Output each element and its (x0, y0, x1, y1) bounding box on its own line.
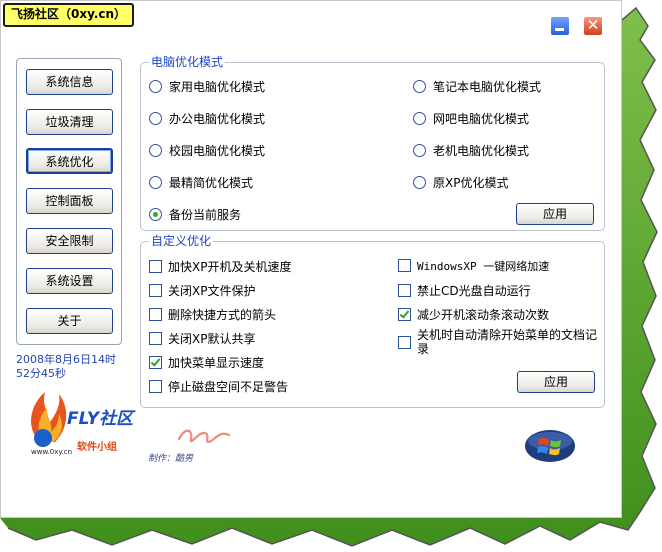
check-clear-recent-docs[interactable]: 关机时自动清除开始菜单的文档记录 (398, 328, 598, 356)
checkbox-icon (149, 260, 162, 273)
check-remove-shortcut-arrow[interactable]: 删除快捷方式的箭头 (149, 307, 276, 323)
checkbox-icon (398, 336, 411, 349)
radio-icon (413, 176, 426, 189)
minimize-button[interactable] (550, 16, 570, 36)
radio-laptop-mode[interactable]: 笔记本电脑优化模式 (413, 79, 541, 95)
radio-selected-icon (149, 208, 162, 221)
check-disable-default-share[interactable]: 关闭XP默认共享 (149, 331, 255, 347)
app-window: 飞扬社区（0xy.cn） ✕ 系统信息 垃圾清理 系统优化 控制面板 安全限制 … (0, 0, 622, 518)
radio-netcafe-mode[interactable]: 网吧电脑优化模式 (413, 111, 529, 127)
radio-office-mode[interactable]: 办公电脑优化模式 (149, 111, 265, 127)
logo-name: FLY社区 (67, 409, 136, 429)
check-fast-boot[interactable]: 加快XP开机及关机速度 (149, 259, 291, 275)
radio-icon (149, 80, 162, 93)
radio-home-mode[interactable]: 家用电脑优化模式 (149, 79, 265, 95)
check-disable-file-protection[interactable]: 关闭XP文件保护 (149, 283, 255, 299)
radio-icon (413, 80, 426, 93)
datetime-display: 2008年8月6日14时 52分45秒 (16, 353, 126, 381)
radio-icon (413, 144, 426, 157)
checkbox-checked-icon (398, 308, 411, 321)
check-reduce-boot-scroll[interactable]: 减少开机滚动条滚动次数 (398, 307, 549, 323)
radio-oldpc-mode[interactable]: 老机电脑优化模式 (413, 143, 529, 159)
custom-apply-button[interactable]: 应用 (517, 371, 595, 393)
window-title: 飞扬社区（0xy.cn） (3, 3, 135, 27)
check-disable-cd-autorun[interactable]: 禁止CD光盘自动运行 (398, 283, 531, 299)
nav-system-optimize-button[interactable]: 系统优化 (26, 148, 113, 174)
datetime-line-2: 52分45秒 (16, 367, 66, 380)
fly-community-logo: FLY社区 www.0xy.cn 软件小组 (31, 392, 136, 456)
nav-about-button[interactable]: 关于 (26, 308, 113, 334)
logo-url: www.0xy.cn (31, 448, 72, 456)
nav-control-panel-button[interactable]: 控制面板 (26, 188, 113, 214)
checkbox-icon (398, 284, 411, 297)
author-credit: 制作：酷男 (148, 454, 194, 464)
nav-security-limit-button[interactable]: 安全限制 (26, 228, 113, 254)
windows-logo-icon (525, 430, 575, 462)
checkbox-icon (149, 332, 162, 345)
checkbox-icon (149, 380, 162, 393)
radio-icon (149, 176, 162, 189)
radio-icon (413, 112, 426, 125)
radio-backup-services[interactable]: 备份当前服务 (149, 207, 241, 223)
checkbox-icon (149, 308, 162, 321)
mode-apply-button[interactable]: 应用 (516, 203, 594, 225)
radio-minimal-mode[interactable]: 最精简优化模式 (149, 175, 253, 191)
close-button[interactable]: ✕ (583, 16, 603, 36)
logo-subtitle: 软件小组 (77, 440, 117, 453)
checkbox-icon (398, 259, 411, 272)
custom-optimize-group-title: 自定义优化 (149, 234, 214, 248)
custom-optimize-group: 自定义优化 加快XP开机及关机速度 WindowsXP 一键网络加速 关闭XP文… (140, 234, 605, 408)
nav-system-settings-button[interactable]: 系统设置 (26, 268, 113, 294)
checkbox-icon (149, 284, 162, 297)
title-bar[interactable]: 飞扬社区（0xy.cn） ✕ (1, 1, 623, 43)
radio-campus-mode[interactable]: 校园电脑优化模式 (149, 143, 265, 159)
optimize-mode-group-title: 电脑优化模式 (149, 55, 226, 69)
check-network-boost[interactable]: WindowsXP 一键网络加速 (398, 259, 549, 275)
nav-junk-clean-button[interactable]: 垃圾清理 (26, 109, 113, 135)
checkbox-checked-icon (149, 356, 162, 369)
datetime-line-1: 2008年8月6日14时 (16, 353, 116, 366)
check-fast-menu[interactable]: 加快菜单显示速度 (149, 355, 264, 371)
close-icon: ✕ (586, 16, 600, 34)
sidebar-nav: 系统信息 垃圾清理 系统优化 控制面板 安全限制 系统设置 关于 (16, 58, 122, 345)
check-disable-lowdisk-warning[interactable]: 停止磁盘空间不足警告 (149, 379, 288, 395)
radio-original-xp-mode[interactable]: 原XP优化模式 (413, 175, 508, 191)
radio-icon (149, 144, 162, 157)
nav-system-info-button[interactable]: 系统信息 (26, 69, 113, 95)
radio-icon (149, 112, 162, 125)
optimize-mode-group: 电脑优化模式 家用电脑优化模式 笔记本电脑优化模式 办公电脑优化模式 网吧电脑优… (140, 55, 605, 231)
